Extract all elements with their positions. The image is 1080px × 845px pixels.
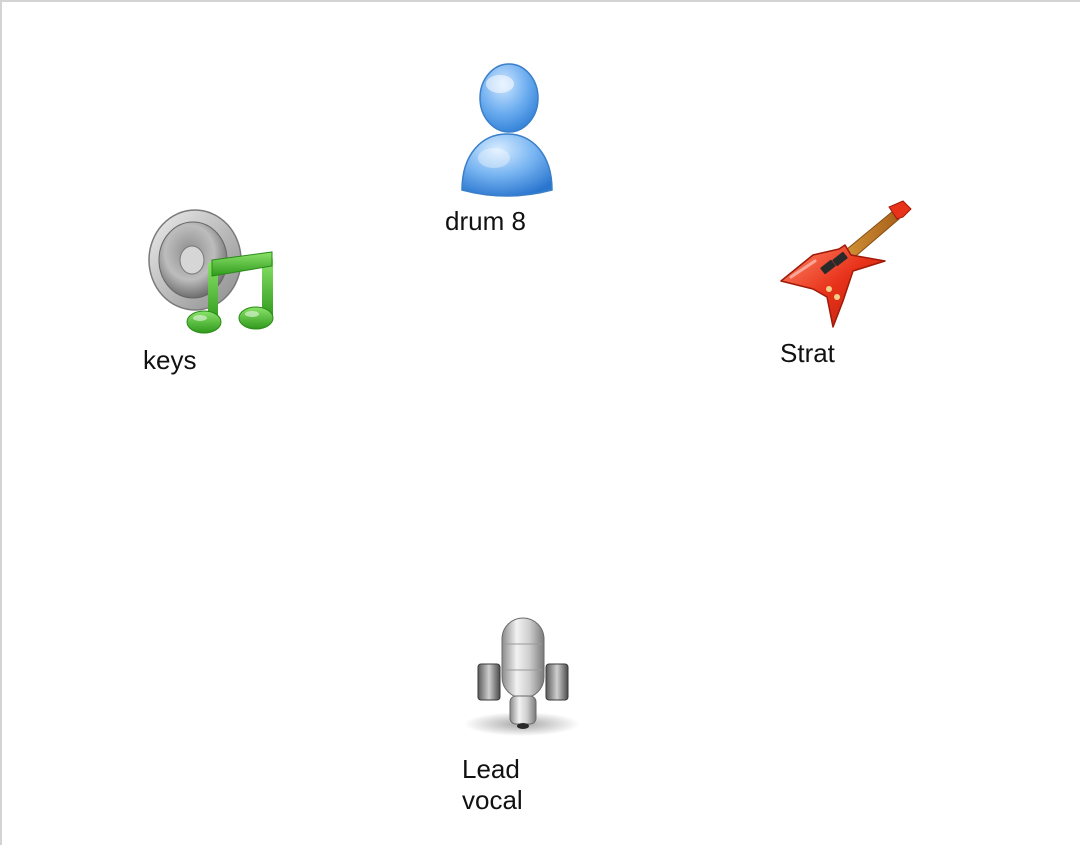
node-drum[interactable]: drum 8 <box>442 62 572 242</box>
person-icon <box>461 63 553 197</box>
node-label-vocal: Lead vocal <box>462 754 523 815</box>
node-keys[interactable]: keys <box>140 202 280 382</box>
node-vocal[interactable]: Lead vocal <box>460 610 590 825</box>
node-label-strat: Strat <box>780 338 835 368</box>
instrument-canvas: drum 8 keys Strat Lead vocal <box>0 0 1080 845</box>
node-label-drum: drum 8 <box>445 206 526 236</box>
node-label-keys: keys <box>143 345 197 375</box>
microphone-icon <box>464 617 580 736</box>
speaker-music-note-icon <box>148 209 274 334</box>
node-strat[interactable]: Strat <box>777 197 917 377</box>
electric-guitar-icon <box>780 200 912 328</box>
